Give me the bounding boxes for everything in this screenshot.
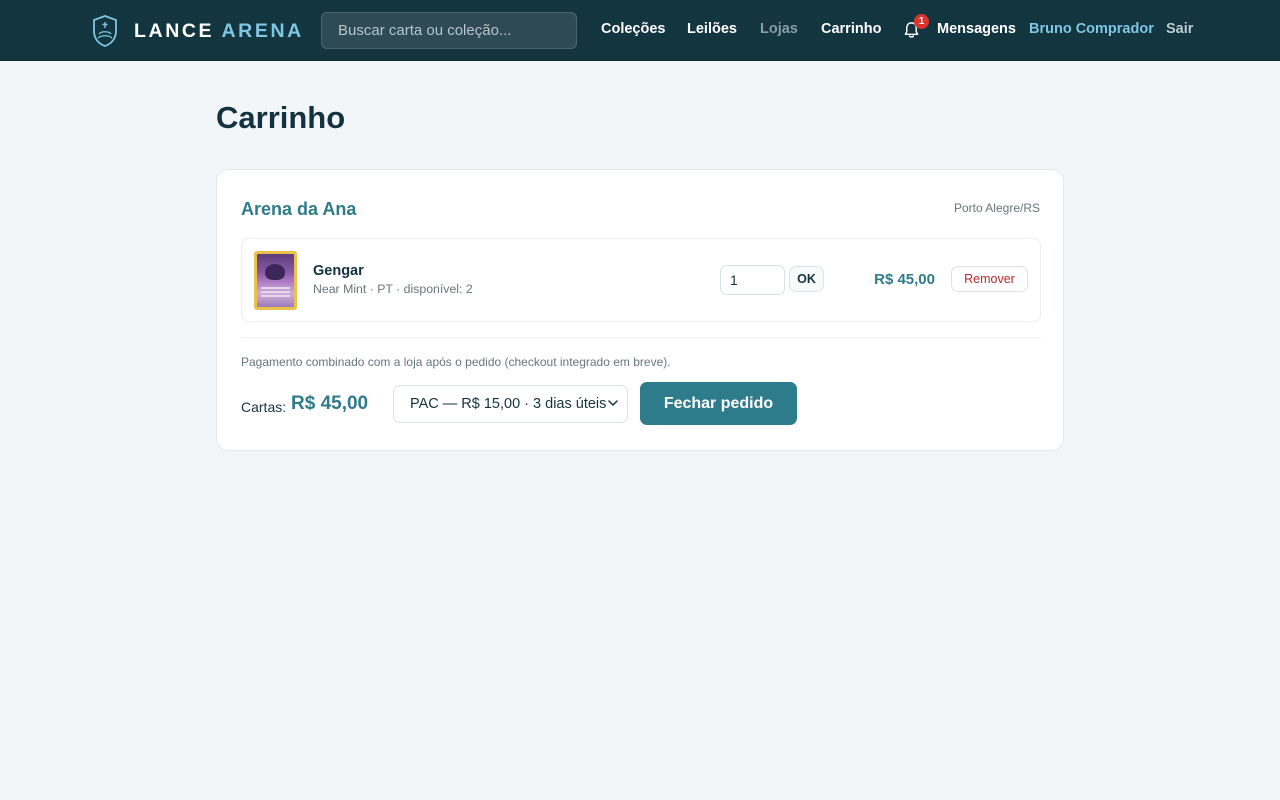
total-value: R$ 45,00 (291, 393, 369, 414)
nav-link-mensagens[interactable]: Mensagens (937, 21, 1016, 37)
nav-link-carrinho[interactable]: Carrinho (821, 21, 881, 37)
shipping-selected-option: PAC — R$ 15,00 · 3 dias úteis (410, 396, 607, 412)
page-title: Carrinho (216, 100, 346, 135)
logout-link[interactable]: Sair (1166, 21, 1193, 37)
search-input[interactable] (321, 12, 577, 49)
brand-name-part2: ARENA (221, 19, 304, 42)
brand-name: LANCE ARENA (134, 20, 304, 43)
divider (241, 337, 1041, 338)
item-price: R$ 45,00 (874, 271, 935, 288)
cart-item: Gengar Near Mint · PT · disponível: 2 OK… (241, 238, 1041, 322)
top-navbar: LANCE ARENA Coleções Leilões Lojas Carri… (0, 0, 1280, 61)
card-thumbnail (254, 251, 297, 310)
shipping-select[interactable]: PAC — R$ 15,00 · 3 dias úteis (393, 385, 628, 423)
item-name: Gengar (313, 263, 364, 279)
update-quantity-button[interactable]: OK (789, 266, 824, 292)
shield-icon (93, 15, 117, 47)
notification-badge: 1 (914, 14, 929, 29)
remove-item-button[interactable]: Remover (951, 266, 1028, 292)
chevron-down-icon (608, 400, 618, 406)
nav-link-colecoes[interactable]: Coleções (601, 21, 665, 37)
store-location: Porto Alegre/RS (953, 201, 1040, 215)
nav-link-leiloes[interactable]: Leilões (687, 21, 737, 37)
total-label: Cartas: (241, 399, 287, 415)
item-meta: Near Mint · PT · disponível: 2 (313, 282, 473, 296)
nav-link-lojas[interactable]: Lojas (760, 21, 798, 37)
store-name[interactable]: Arena da Ana (241, 199, 356, 220)
payment-note: Pagamento combinado com a loja após o pe… (241, 355, 671, 369)
user-profile-link[interactable]: Bruno Comprador (1029, 21, 1154, 37)
brand-logo[interactable]: LANCE ARENA (91, 14, 304, 48)
checkout-button[interactable]: Fechar pedido (640, 382, 797, 425)
brand-name-part1: LANCE (134, 19, 215, 42)
quantity-input[interactable] (720, 265, 785, 295)
store-cart-card: Arena da Ana Porto Alegre/RS Gengar Near… (216, 169, 1064, 451)
